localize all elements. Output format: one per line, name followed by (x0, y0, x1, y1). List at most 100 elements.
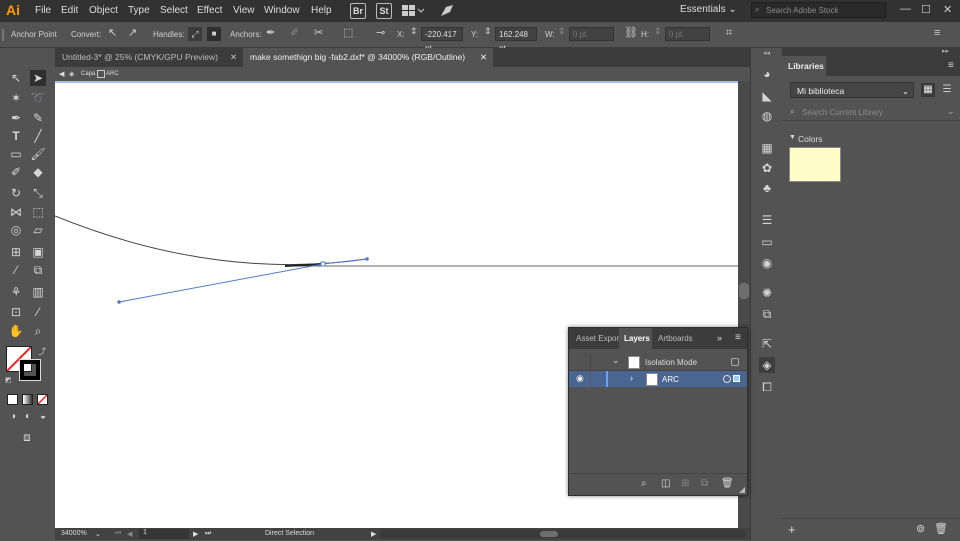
stroke-swatch[interactable] (19, 359, 41, 381)
show-handles-icon[interactable]: ⤢ (188, 27, 202, 41)
default-fill-stroke-icon[interactable]: ◩ (5, 376, 12, 384)
free-transform-tool-icon[interactable]: ⬚ (30, 204, 46, 220)
zoom-tool-icon[interactable]: ⌕ (30, 323, 46, 339)
shape-builder-tool-icon[interactable]: ◎ (8, 222, 24, 238)
breadcrumb-layer[interactable]: Capa (81, 71, 95, 77)
draw-inside-icon[interactable]: ◒ (35, 409, 51, 425)
connect-anchor-icon[interactable]: ✐ (290, 28, 299, 39)
horizontal-scrollbar[interactable] (380, 530, 745, 538)
hide-handles-icon[interactable]: ■ (207, 27, 221, 41)
chevron-right-icon[interactable]: › (630, 373, 633, 383)
menu-file[interactable]: File (35, 5, 51, 16)
perspective-grid-tool-icon[interactable]: ▱ (30, 222, 46, 238)
navigator-icon[interactable]: ◍ (759, 108, 775, 124)
gradient-mode-icon[interactable] (22, 394, 33, 405)
transform-icon[interactable]: ⌗ (726, 28, 732, 39)
constrain-proportions-icon[interactable]: ⛓ (624, 28, 638, 39)
shaper-tool-icon[interactable]: ✐ (8, 164, 24, 180)
layers-panel-icon[interactable]: ◈ (759, 357, 775, 373)
width-tool-icon[interactable]: ⋈ (8, 204, 24, 220)
document-info-icon[interactable]: ◣ (759, 88, 775, 104)
tab-layers[interactable]: Layers (619, 328, 652, 349)
new-sublayer-icon[interactable]: ⊞ (681, 478, 689, 489)
gpu-performance-icon[interactable] (440, 4, 454, 18)
arc-path[interactable] (55, 215, 368, 266)
menu-object[interactable]: Object (89, 5, 118, 16)
library-search-input[interactable]: Search Current Library (802, 108, 883, 117)
visibility-eye-icon[interactable]: ◉ (576, 373, 584, 384)
remove-anchor-icon[interactable]: ✒ (266, 28, 275, 39)
list-view-icon[interactable]: ☰ (940, 83, 954, 97)
gradient-panel-icon[interactable]: ▭ (759, 234, 775, 250)
hand-tool-icon[interactable]: ✋ (8, 323, 24, 339)
lasso-tool-icon[interactable]: ➰ (30, 90, 46, 106)
stock-button[interactable]: St (376, 3, 392, 19)
draw-behind-icon[interactable]: ◐ (20, 409, 36, 425)
w-field[interactable]: 0 pt (569, 27, 614, 41)
close-button[interactable]: ✕ (943, 3, 952, 16)
grip-handle[interactable] (2, 29, 4, 41)
maximize-button[interactable]: ☐ (921, 3, 931, 16)
gradient-tool-icon[interactable]: ▣ (30, 244, 46, 260)
last-artboard-icon[interactable]: ⏭ (205, 530, 211, 538)
layer-row-isolation[interactable]: ⌄ Isolation Mode (569, 354, 747, 371)
library-selector[interactable]: Mi biblioteca ⌄ (790, 82, 914, 98)
grid-view-icon[interactable]: ▦ (921, 83, 935, 97)
brushes-icon[interactable]: ✿ (759, 160, 775, 176)
artboard-tool-icon[interactable]: ⊡ (8, 304, 24, 320)
screen-mode-icon[interactable]: ⧈ (19, 429, 35, 445)
panel-menu-icon[interactable]: ≡ (934, 28, 940, 39)
section-expand-icon[interactable]: ▼ (789, 134, 796, 141)
minimize-button[interactable]: — (900, 3, 911, 15)
swatch-libraries-icon[interactable]: ▦ (759, 140, 775, 156)
layer-row-arc[interactable]: ◉ › ARC (569, 371, 747, 387)
search-filter-chevron-icon[interactable]: ⌄ (947, 106, 955, 117)
graphic-styles-icon[interactable]: ⧉ (759, 306, 775, 322)
bridge-button[interactable]: Br (350, 3, 366, 19)
close-tab-icon[interactable]: ✕ (480, 48, 487, 67)
scrollbar-thumb[interactable] (739, 283, 749, 299)
w-stepper-icon[interactable]: ⇕ (558, 27, 566, 36)
zoom-dropdown-icon[interactable]: ⌄ (95, 530, 101, 538)
artboards-panel-icon[interactable]: ⧠ (759, 379, 775, 395)
menu-effect[interactable]: Effect (197, 5, 222, 16)
menu-edit[interactable]: Edit (61, 5, 78, 16)
h-field[interactable]: 0 pt (665, 27, 710, 41)
align-anchor-icon[interactable]: ⊸ (376, 28, 385, 39)
symbols-icon[interactable]: ♣ (759, 180, 775, 196)
collapse-panels-icon[interactable]: ◂◂ (763, 49, 770, 57)
delete-layer-icon[interactable]: 🗑 (721, 478, 734, 489)
eyedropper-tool-icon[interactable]: ⁄ (8, 262, 24, 278)
mesh-tool-icon[interactable]: ⊞ (8, 244, 24, 260)
tab-make-something-big[interactable]: make somethign big -fab2.dxf* @ 34000% (… (243, 48, 493, 67)
blend-tool-icon[interactable]: ⧉ (30, 262, 46, 278)
cut-path-icon[interactable]: ✂ (314, 28, 323, 39)
x-field[interactable]: -220.417 pt (421, 27, 463, 53)
layer-name[interactable]: Isolation Mode (645, 358, 697, 367)
rectangle-tool-icon[interactable]: ▭ (8, 146, 24, 162)
panel-menu-icon[interactable]: ≡ (948, 60, 954, 71)
scrollbar-thumb[interactable] (540, 531, 558, 537)
chevron-down-icon[interactable]: ⌄ (612, 355, 620, 366)
zoom-level[interactable]: 34000% (61, 530, 87, 537)
selection-indicator[interactable] (733, 375, 740, 382)
menu-select[interactable]: Select (160, 5, 188, 16)
tab-asset-export[interactable]: Asset Expor (576, 334, 619, 343)
target-icon[interactable] (731, 358, 739, 366)
target-icon[interactable] (723, 375, 731, 383)
arrange-documents-icon[interactable] (402, 5, 424, 17)
x-stepper-icon[interactable]: ⇕ (410, 27, 418, 36)
scale-tool-icon[interactable]: ⤡ (30, 185, 46, 201)
direct-selection-tool-icon[interactable]: ➤ (30, 70, 46, 86)
next-artboard-icon[interactable]: ▶ (193, 530, 198, 538)
none-mode-icon[interactable] (37, 394, 48, 405)
menu-help[interactable]: Help (311, 5, 332, 16)
stroke-panel-icon[interactable]: ☰ (759, 212, 775, 228)
direction-handle-point[interactable] (117, 300, 121, 304)
direction-handle-point[interactable] (365, 257, 369, 261)
close-tab-icon[interactable]: ✕ (230, 48, 237, 67)
menu-view[interactable]: View (233, 5, 255, 16)
transparency-icon[interactable]: ◉ (759, 255, 775, 271)
locate-object-icon[interactable]: ⌕ (641, 478, 647, 489)
column-graph-tool-icon[interactable]: ▥ (30, 284, 46, 300)
